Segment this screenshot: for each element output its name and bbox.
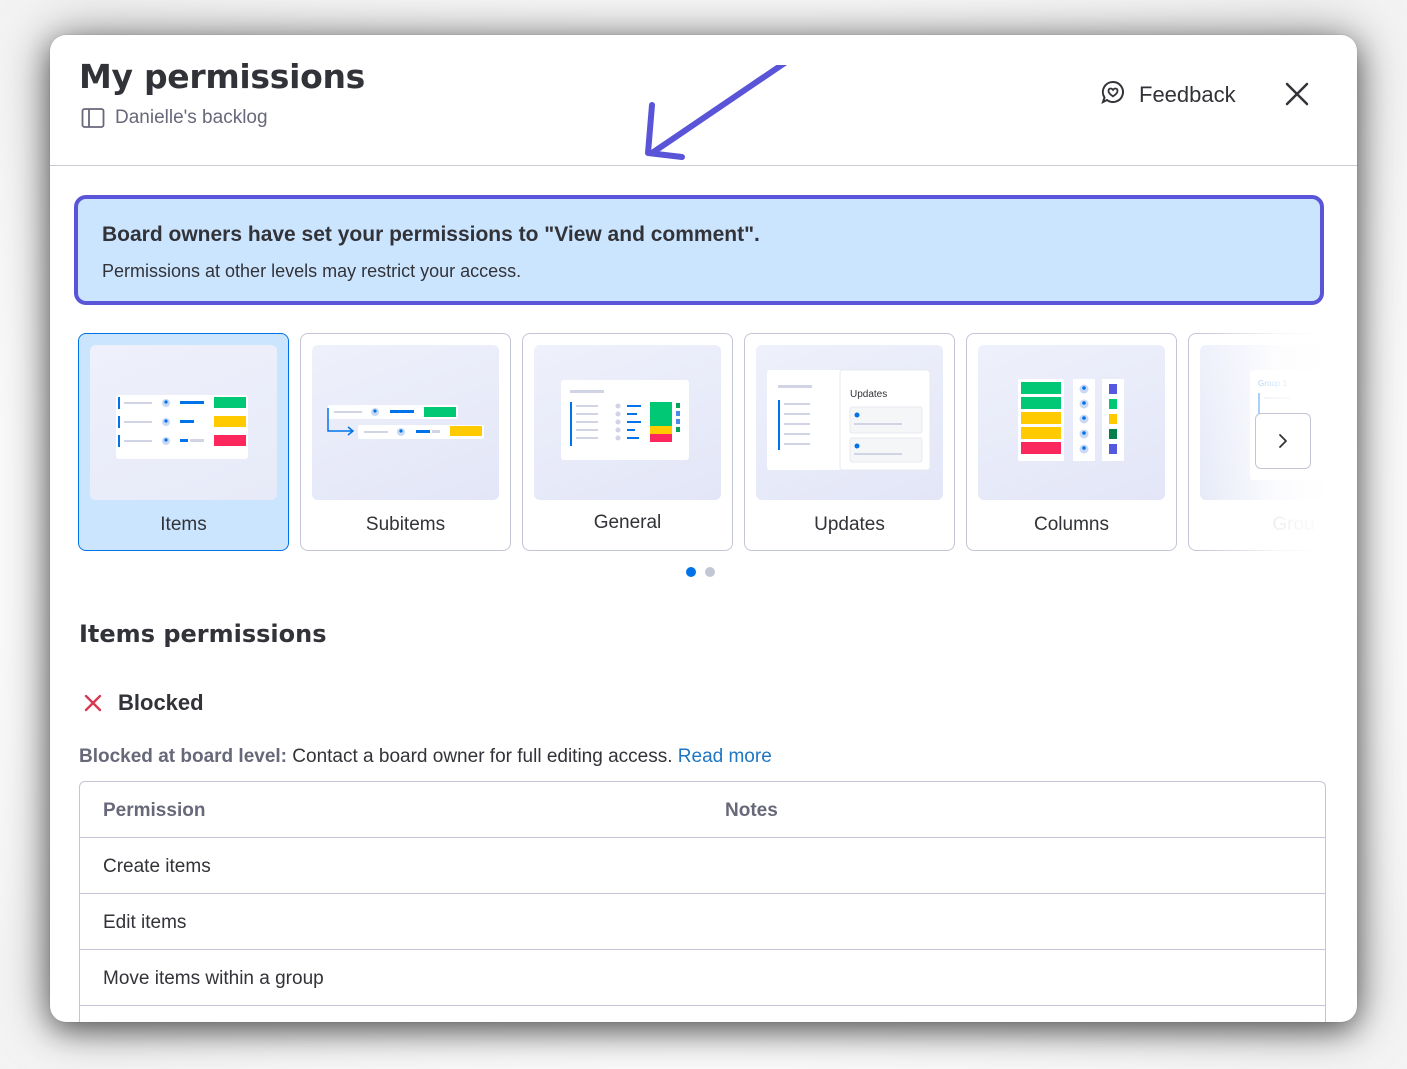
- table-header: Permission Notes: [80, 782, 1325, 838]
- card-label: General: [593, 512, 662, 533]
- pagination-dot-2[interactable]: [705, 567, 715, 577]
- chevron-right-icon: [1279, 434, 1287, 448]
- category-card-columns[interactable]: Columns: [966, 333, 1177, 551]
- banner-title: Board owners have set your permissions t…: [102, 223, 760, 246]
- pagination-dot-1[interactable]: [686, 567, 696, 577]
- permission-status: Blocked: [84, 690, 204, 716]
- card-label: Updates: [814, 514, 885, 535]
- read-more-link[interactable]: Read more: [678, 746, 772, 767]
- header-permission: Permission: [103, 800, 206, 821]
- permissions-table: Permission Notes Create items Edit items…: [79, 781, 1326, 1022]
- modal-header: My permissions Danielle's backlog Feedba…: [50, 35, 1357, 166]
- annotation-arrow: [645, 65, 788, 160]
- permission-cell: Edit items: [103, 912, 187, 933]
- category-card-updates[interactable]: Updates Updates: [744, 333, 955, 551]
- carousel-next-button[interactable]: [1255, 413, 1311, 469]
- groups-thumb-title: Group 1: [1258, 379, 1287, 388]
- updates-thumb-title: Updates: [850, 389, 887, 400]
- section-title: Items permissions: [79, 620, 327, 648]
- subitems-illustration: [312, 345, 499, 500]
- table-row: Edit items: [80, 894, 1325, 950]
- general-illustration: [534, 345, 721, 500]
- permission-cell: Move items within a group: [103, 968, 324, 989]
- carousel-pagination: [686, 567, 715, 577]
- category-card-subitems[interactable]: Subitems: [300, 333, 511, 551]
- permission-info-banner: Board owners have set your permissions t…: [74, 195, 1324, 305]
- board-icon: [81, 107, 105, 129]
- category-card-general[interactable]: General: [522, 333, 733, 551]
- table-row: Move items within a group: [80, 950, 1325, 1006]
- blocked-note: Blocked at board level: Contact a board …: [79, 746, 772, 768]
- card-label: Grou: [1272, 514, 1315, 535]
- columns-illustration: [978, 345, 1165, 500]
- x-mark-icon: [84, 694, 102, 712]
- board-breadcrumb[interactable]: Danielle's backlog: [81, 107, 268, 129]
- feedback-chat-icon: [1100, 79, 1126, 111]
- banner-text: Permissions at other levels may restrict…: [102, 261, 522, 281]
- category-card-items[interactable]: Items: [78, 333, 289, 551]
- header-notes: Notes: [725, 800, 778, 821]
- permissions-modal: My permissions Danielle's backlog Feedba…: [50, 35, 1357, 1022]
- status-label: Blocked: [118, 690, 204, 715]
- note-bold: Blocked at board level:: [79, 746, 288, 767]
- card-label: Columns: [1034, 514, 1109, 535]
- table-row: Create items: [80, 838, 1325, 894]
- close-icon: [1285, 82, 1309, 106]
- board-name: Danielle's backlog: [115, 107, 268, 128]
- card-label: Items: [160, 514, 207, 535]
- page-title: My permissions: [79, 57, 366, 96]
- permission-cell: Create items: [103, 856, 211, 877]
- permission-category-carousel: Items Subitems General Updates Updates C…: [78, 333, 1326, 553]
- items-illustration: [90, 345, 277, 500]
- updates-illustration: Updates: [756, 345, 943, 500]
- table-row: [80, 1006, 1325, 1022]
- feedback-button[interactable]: Feedback: [1100, 79, 1236, 111]
- note-text: Contact a board owner for full editing a…: [287, 746, 678, 767]
- close-button[interactable]: [1282, 79, 1312, 109]
- card-label: Subitems: [365, 514, 446, 535]
- feedback-label: Feedback: [1139, 82, 1236, 107]
